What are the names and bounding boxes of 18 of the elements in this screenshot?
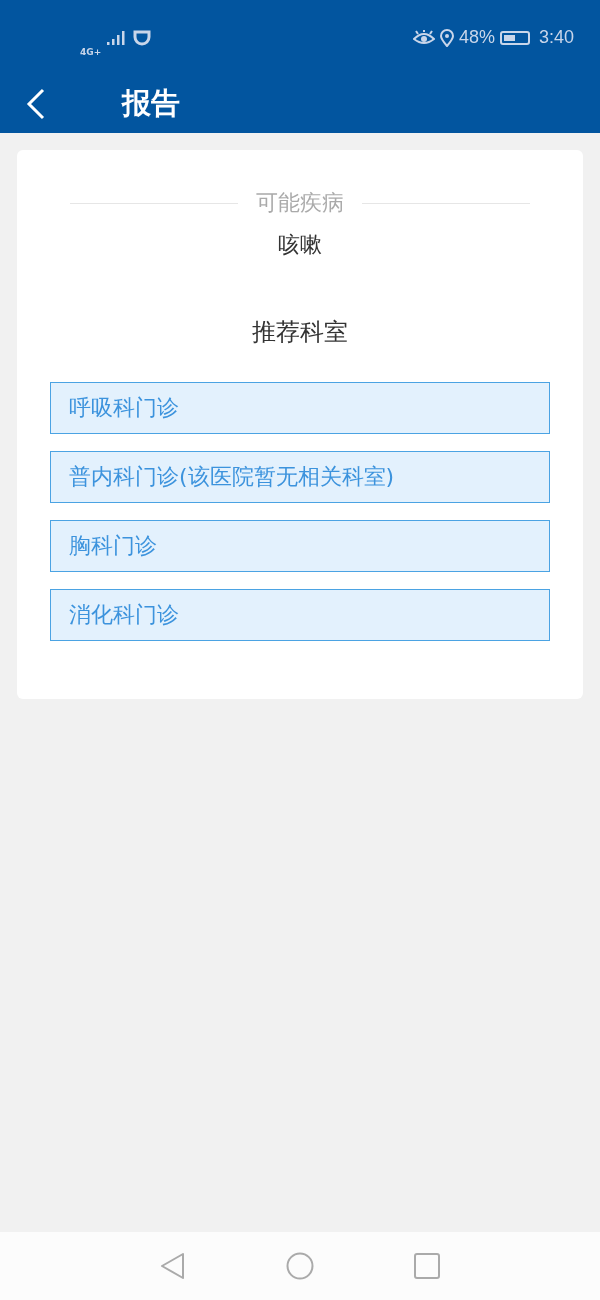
page-title: 报告 (122, 85, 180, 122)
eye-icon (412, 29, 435, 46)
network-label: 4G+ (80, 46, 102, 57)
department-button[interactable]: 消化科门诊 (50, 589, 550, 641)
recents-icon[interactable] (414, 1253, 440, 1279)
clock-time: 3:40 (538, 27, 574, 48)
back-icon[interactable] (26, 88, 46, 120)
department-button[interactable]: 呼吸科门诊 (50, 382, 550, 434)
disease-name: 咳嗽 (277, 231, 323, 259)
battery-icon (499, 30, 530, 45)
section-heading: 可能疾病 (256, 189, 344, 217)
department-button[interactable]: 普内科门诊(该医院暂无相关科室) (50, 451, 550, 503)
home-icon[interactable] (286, 1252, 314, 1280)
location-icon (439, 28, 454, 47)
section-heading: 推荐科室 (251, 317, 349, 348)
department-button[interactable]: 胸科门诊 (50, 520, 550, 572)
battery-percent: 48% (458, 27, 495, 48)
app-icon (133, 29, 152, 46)
